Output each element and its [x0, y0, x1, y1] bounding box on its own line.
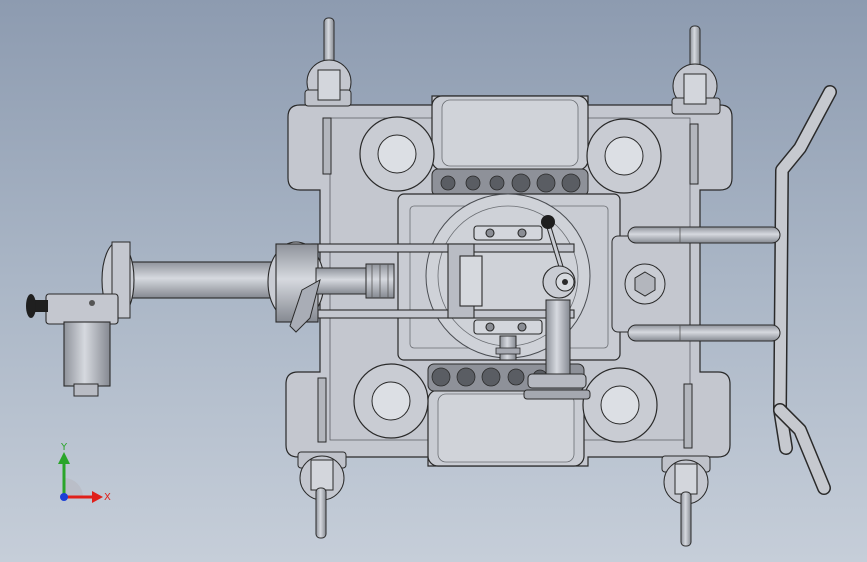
y-axis-arrow [58, 452, 70, 464]
top-hole-strip [431, 168, 589, 197]
fixture-assembly-drawing: Y X [26, 17, 837, 547]
left-knob-block [26, 293, 119, 397]
top-block [431, 95, 589, 171]
z-axis-dot [60, 493, 68, 501]
x-axis-arrow [92, 491, 103, 503]
coordinate-triad: Y X [58, 442, 111, 503]
cad-viewport[interactable]: Y X [0, 0, 867, 562]
center-platform [397, 193, 621, 361]
locator-pin [495, 335, 521, 361]
right-side-block [611, 235, 691, 333]
x-axis-label: X [104, 492, 111, 503]
y-axis-label: Y [60, 442, 68, 453]
boss-bottom-right [582, 367, 658, 443]
bottom-block [427, 389, 585, 467]
boss-top-left [359, 116, 435, 192]
boss-bottom-left [353, 363, 429, 439]
boss-top-right [586, 118, 662, 194]
